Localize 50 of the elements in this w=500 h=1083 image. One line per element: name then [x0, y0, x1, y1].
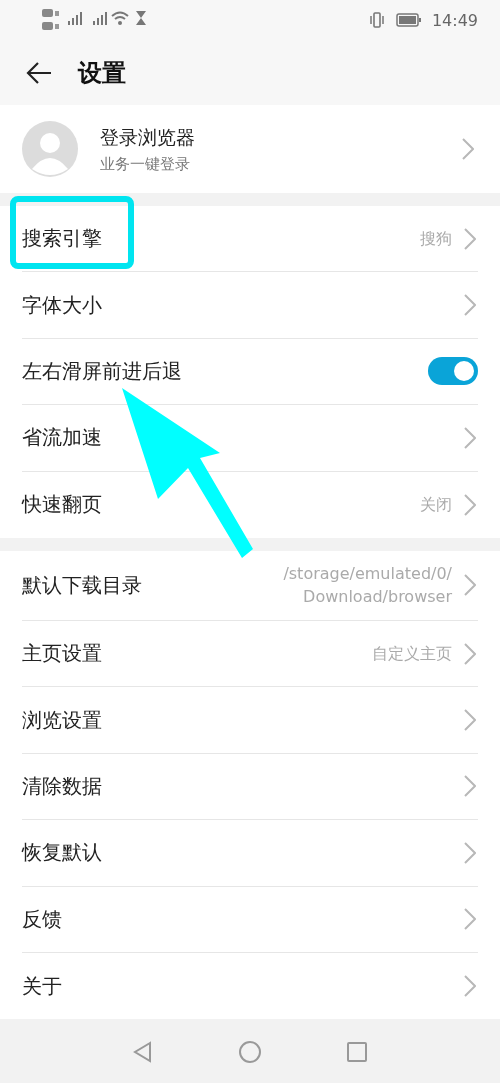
row-value: 自定义主页 [372, 643, 452, 666]
row-label: 关于 [22, 972, 63, 1000]
row-label: 字体大小 [22, 291, 103, 319]
status-time: 14:49 [431, 10, 478, 30]
chevron-icon [464, 775, 476, 798]
row-label: 左右滑屏前进后退 [22, 357, 183, 385]
battery-icon [395, 13, 422, 27]
row-label: 清除数据 [22, 772, 103, 800]
back-arrow-icon[interactable] [26, 61, 52, 84]
back-icon[interactable] [132, 1041, 154, 1063]
row-label: 快速翻页 [22, 491, 103, 519]
page-title: 设置 [78, 57, 126, 89]
chevron-icon [464, 908, 476, 931]
chevron-icon [464, 227, 476, 250]
settings-row[interactable]: 搜索引擎 搜狗 [22, 206, 478, 273]
row-value: 关闭 [420, 494, 452, 517]
row-label: 反馈 [22, 905, 63, 933]
row-label: 浏览设置 [22, 706, 103, 734]
chevron-icon [464, 493, 476, 516]
row-label: 省流加速 [22, 424, 103, 452]
settings-row[interactable]: 主页设置 自定义主页 [22, 620, 478, 688]
row-label: 主页设置 [22, 640, 103, 668]
chevron-icon [462, 138, 474, 160]
chevron-icon [464, 975, 476, 998]
account-subtitle: 业务一键登录 [100, 154, 191, 174]
account-row[interactable]: 登录浏览器 业务一键登录 [0, 105, 500, 193]
vibrate-icon [367, 12, 386, 28]
settings-row[interactable]: 字体大小 [22, 272, 478, 339]
settings-row[interactable]: 恢复默认 [22, 820, 478, 887]
recents-icon[interactable] [346, 1041, 368, 1063]
account-name: 登录浏览器 [100, 124, 196, 150]
settings-row[interactable]: 清除数据 [22, 753, 478, 821]
avatar-icon [22, 121, 78, 177]
chevron-icon [464, 294, 476, 317]
chevron-icon [464, 841, 476, 864]
chevron-icon [464, 709, 476, 732]
row-value: 搜狗 [420, 228, 452, 251]
chevron-icon [464, 642, 476, 665]
row-label: 默认下载目录 [22, 571, 143, 599]
settings-row[interactable]: 关于 [22, 952, 478, 1020]
chevron-icon [464, 574, 476, 597]
row-label: 搜索引擎 [22, 225, 103, 253]
toggle-switch[interactable] [428, 357, 478, 386]
chevron-icon [464, 426, 476, 449]
settings-row[interactable]: 反馈 [22, 886, 478, 953]
home-icon[interactable] [238, 1040, 262, 1064]
settings-row[interactable]: 浏览设置 [22, 687, 478, 754]
row-value: /storage/emulated/0/ Download/browser [283, 563, 452, 609]
row-label: 恢复默认 [22, 839, 103, 867]
settings-row[interactable]: 快速翻页 关闭 [22, 471, 478, 538]
